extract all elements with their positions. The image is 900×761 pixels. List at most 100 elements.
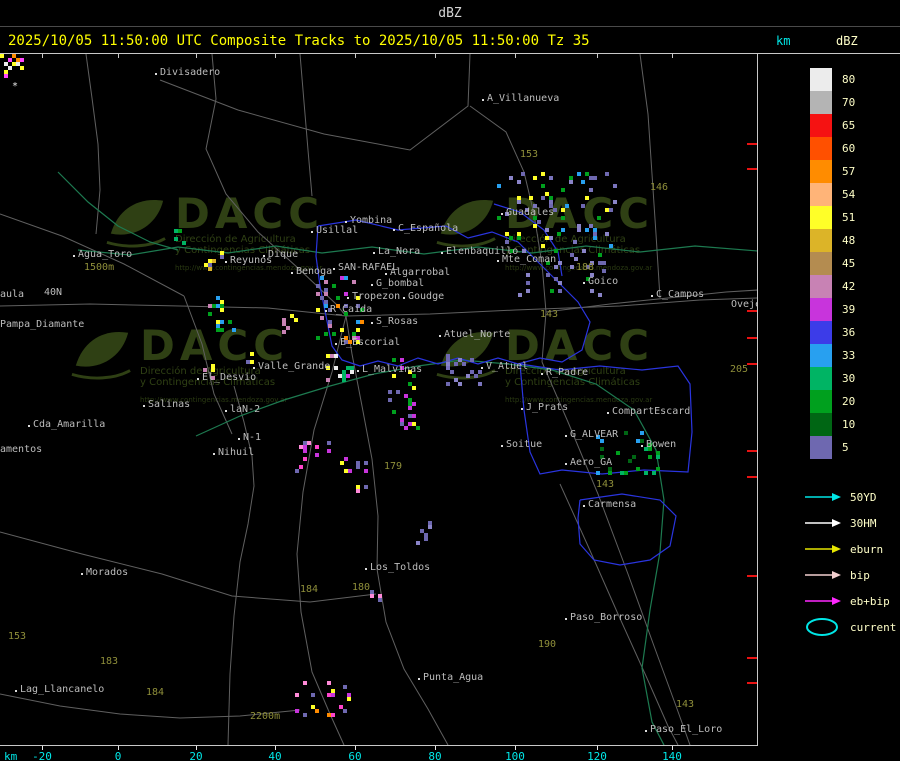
place-label: Paso_Borroso xyxy=(570,612,643,623)
colorbar-swatch xyxy=(810,68,832,91)
place-label: Pampa_Diamante xyxy=(0,319,85,330)
place-label: S_Rosas xyxy=(376,316,419,327)
colorbar-level: 42 xyxy=(810,275,855,298)
top-axis-tick xyxy=(275,54,276,58)
colorbar-level: 30 xyxy=(810,367,855,390)
colorbar-swatch xyxy=(810,229,832,252)
x-axis-label: 40 xyxy=(268,750,282,761)
bip-arrow-icon xyxy=(805,571,841,579)
radar-application-window: dBZ 2025/10/05 11:50:00 UTC Composite Tr… xyxy=(0,0,900,761)
town-marker xyxy=(565,435,567,437)
place-label: Oveje xyxy=(731,299,757,310)
top-axis-tick xyxy=(118,54,119,58)
legend-label: 50YD xyxy=(850,490,877,504)
legend-item: 50YD xyxy=(804,484,896,510)
town-marker xyxy=(225,261,227,263)
town-marker xyxy=(418,678,420,680)
x-axis-label: 60 xyxy=(348,750,362,761)
place-label: Punta_Agua xyxy=(423,672,484,683)
place-label: A_Villanueva xyxy=(487,93,560,104)
x-axis-label: 100 xyxy=(505,750,525,761)
place-label: J_Prats xyxy=(526,402,569,413)
colorbar-level: 60 xyxy=(810,137,855,160)
town-marker xyxy=(439,335,441,337)
place-label: E_Escorial xyxy=(340,337,401,348)
colorbar-level: 10 xyxy=(810,413,855,436)
range-tick-red xyxy=(747,575,757,577)
town-marker xyxy=(651,295,653,297)
colorbar-swatch xyxy=(810,390,832,413)
road-number-label: 205 xyxy=(730,364,749,375)
road-number-label: 153 xyxy=(520,149,539,160)
place-label: Carmensa xyxy=(588,499,637,510)
radar-map-canvas[interactable]: DACC Dirección de Agricultura y Contingenc… xyxy=(0,54,758,745)
place-label: 40N xyxy=(44,287,63,298)
colorbar-title: dBZ xyxy=(836,34,858,48)
top-axis-tick xyxy=(435,54,436,58)
range-tick-red xyxy=(747,363,757,365)
top-axis-tick xyxy=(355,54,356,58)
place-label: Algarrobal xyxy=(390,267,451,278)
town-marker xyxy=(565,618,567,620)
colorbar-swatch xyxy=(810,91,832,114)
place-label: Atuel_Norte xyxy=(444,329,511,340)
top-axis-tick xyxy=(196,54,197,58)
place-label: Usillal xyxy=(316,225,359,236)
town-marker xyxy=(325,310,327,312)
road-number-label: 1500m xyxy=(84,262,115,273)
colorbar-value: 20 xyxy=(842,395,856,408)
place-label: Lag_Llancanelo xyxy=(20,684,105,695)
town-marker xyxy=(373,252,375,254)
top-axis-tick xyxy=(515,54,516,58)
legend-item: bip xyxy=(804,562,896,588)
road-number-label: 184 xyxy=(146,687,165,698)
colorbar-value: 36 xyxy=(842,326,856,339)
legend-item: eb+bip xyxy=(804,588,896,614)
place-label: amentos xyxy=(0,444,43,455)
town-marker xyxy=(345,221,347,223)
top-axis-tick xyxy=(672,54,673,58)
colorbar-level: 20 xyxy=(810,390,855,413)
place-label: Bowen xyxy=(646,439,677,450)
colorbar-level: 57 xyxy=(810,160,855,183)
town-marker xyxy=(365,568,367,570)
colorbar-value: 60 xyxy=(842,142,856,155)
place-label: Divisadero xyxy=(160,67,221,78)
colorbar-value: 51 xyxy=(842,211,856,224)
track-legend: 50YD 30HM eburn bip eb+bip current xyxy=(804,484,896,640)
x-axis-unit: km xyxy=(4,750,18,761)
town-marker xyxy=(213,453,215,455)
colorbar-level: 48 xyxy=(810,229,855,252)
colorbar-level: 54 xyxy=(810,183,855,206)
place-label: Morados xyxy=(86,567,129,578)
colorbar-value: 80 xyxy=(842,73,856,86)
place-label: R_Padre xyxy=(546,367,589,378)
place-label: Dique xyxy=(268,249,299,260)
window-title-text: dBZ xyxy=(438,5,462,21)
town-marker xyxy=(497,260,499,262)
town-marker xyxy=(393,229,395,231)
road-number-label: 184 xyxy=(300,584,319,595)
place-label: El_Desvio xyxy=(202,372,257,383)
town-marker xyxy=(238,438,240,440)
place-label: Agua_Toro xyxy=(78,249,133,260)
distance-axis: km -20 0 20 40 60 80 100 120 140 xyxy=(0,745,758,761)
range-tick-red xyxy=(747,476,757,478)
place-label: Nihuil xyxy=(218,447,255,458)
legend-label: 30HM xyxy=(850,516,877,530)
town-marker xyxy=(311,231,313,233)
town-marker xyxy=(335,343,337,345)
road-number-label: 180 xyxy=(352,582,371,593)
road-number-label: 179 xyxy=(384,461,403,472)
town-marker xyxy=(371,284,373,286)
town-marker xyxy=(357,370,359,372)
town-marker xyxy=(583,505,585,507)
road-number-label: 188 xyxy=(576,262,595,273)
town-marker xyxy=(641,445,643,447)
x-axis-label: 140 xyxy=(662,750,682,761)
road-number-label: 183 xyxy=(100,656,119,667)
place-label: Mte_Coman xyxy=(502,254,557,265)
colorbar-swatch xyxy=(810,206,832,229)
title-bar: 2025/10/05 11:50:00 UTC Composite Tracks… xyxy=(0,28,900,54)
place-label: Goico xyxy=(588,276,619,287)
